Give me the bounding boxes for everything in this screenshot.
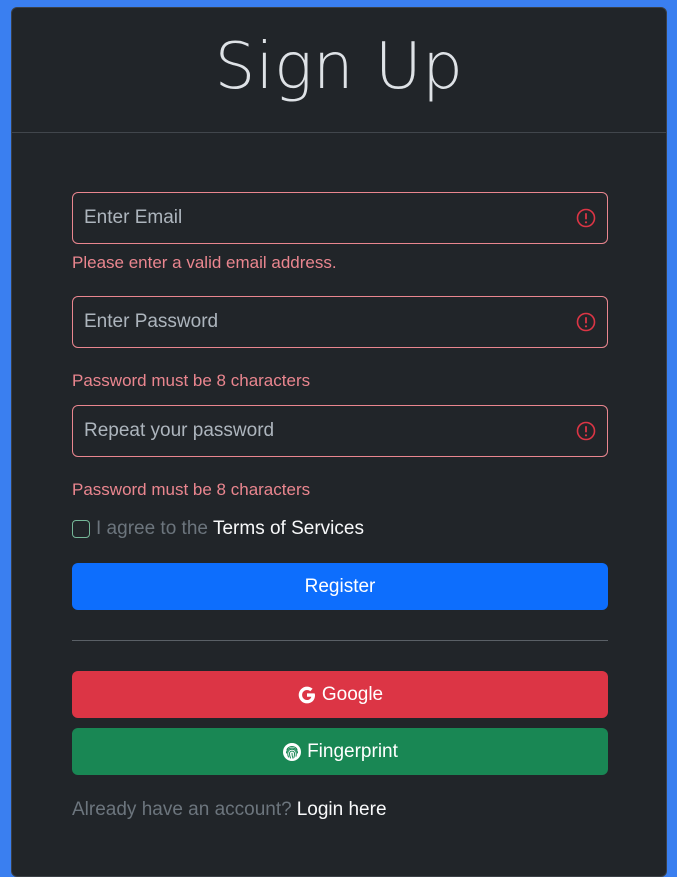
exclamation-circle-icon bbox=[576, 312, 596, 332]
google-g-icon bbox=[298, 686, 315, 703]
exclamation-circle-icon bbox=[576, 421, 596, 441]
signup-form: Please enter a valid email address. Pass… bbox=[72, 192, 608, 821]
password-field-wrapper bbox=[72, 296, 608, 348]
terms-link[interactable]: Terms of Services bbox=[213, 518, 364, 540]
terms-row: I agree to the Terms of Services bbox=[72, 515, 608, 543]
signup-card: Sign Up Please enter a valid email addre… bbox=[11, 7, 667, 877]
password-error: Password must be 8 characters bbox=[72, 371, 311, 390]
page-title: Sign Up bbox=[214, 30, 464, 104]
terms-label: I agree to the bbox=[96, 518, 208, 539]
email-field-wrapper bbox=[72, 192, 608, 244]
google-button-label: Google bbox=[321, 683, 384, 705]
email-error: Please enter a valid email address. bbox=[72, 253, 337, 272]
password-field[interactable] bbox=[73, 297, 607, 347]
card-header: Sign Up bbox=[12, 8, 666, 133]
login-prompt: Already have an account? Login here bbox=[72, 799, 608, 821]
fingerprint-button-label: Fingerprint bbox=[307, 740, 398, 762]
login-link[interactable]: Login here bbox=[297, 799, 387, 820]
register-button-label: Register bbox=[304, 575, 376, 597]
fingerprint-button[interactable]: Fingerprint bbox=[72, 728, 608, 775]
email-field[interactable] bbox=[73, 193, 607, 243]
google-button[interactable]: Google bbox=[72, 671, 608, 718]
register-button[interactable]: Register bbox=[72, 563, 608, 610]
terms-checkbox[interactable] bbox=[72, 520, 90, 538]
fingerprint-icon bbox=[283, 742, 302, 761]
repeat-password-error: Password must be 8 characters bbox=[72, 480, 311, 499]
divider bbox=[72, 640, 608, 641]
repeat-password-field[interactable] bbox=[73, 406, 607, 456]
login-prompt-text: Already have an account? bbox=[72, 799, 292, 820]
repeat-password-field-wrapper bbox=[72, 405, 608, 457]
exclamation-circle-icon bbox=[576, 208, 596, 228]
